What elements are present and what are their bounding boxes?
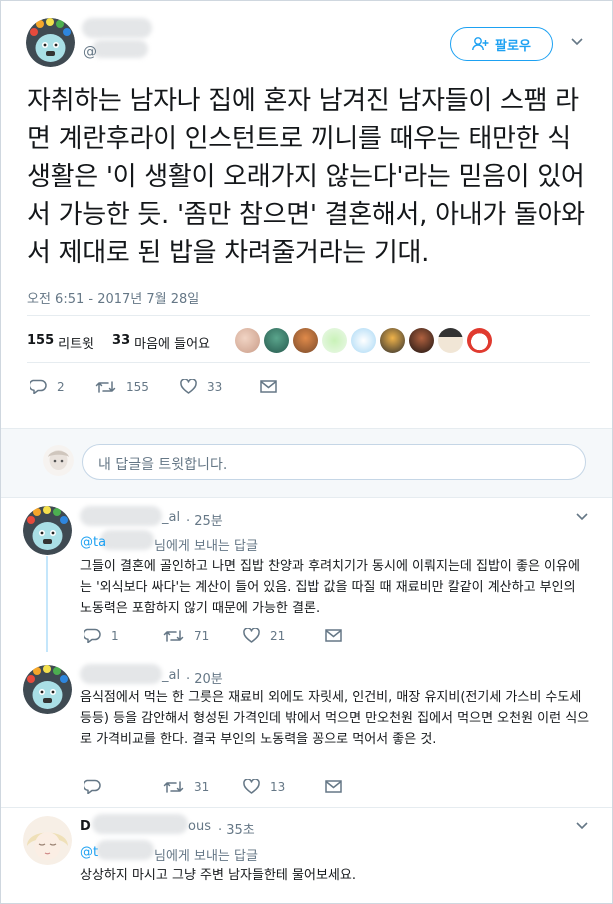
retweet-button[interactable]: 155: [95, 380, 180, 394]
reply-author-handle[interactable]: ous: [188, 819, 211, 834]
reply-to-mention[interactable]: @ta: [80, 535, 106, 550]
like-icon: [243, 628, 260, 643]
retweet-count: 31: [194, 779, 210, 794]
divider: [27, 315, 590, 316]
direct-message-button[interactable]: [325, 780, 342, 793]
author-name-redacted: [82, 18, 152, 38]
user-plus-icon: [472, 37, 489, 51]
reply-avatar[interactable]: [23, 816, 72, 865]
tweet-actions: 2 155 33: [30, 379, 277, 394]
reply-to-redacted: [96, 840, 154, 860]
message-icon: [325, 780, 342, 793]
message-icon: [260, 380, 277, 393]
like-button[interactable]: 21: [243, 628, 325, 643]
reply-to-line: @t: [80, 845, 98, 860]
current-user-avatar[interactable]: [43, 445, 74, 476]
retweet-icon: [95, 380, 116, 394]
tweet-timestamp[interactable]: 오전 6:51 - 2017년 7월 28일: [27, 288, 199, 307]
reply-button[interactable]: [84, 779, 163, 794]
reply-text: 그들이 결혼에 골인하고 나면 집밥 찬양과 후려치기가 동시에 이뤄지는데 집…: [80, 559, 580, 616]
chevron-down-icon[interactable]: [571, 38, 583, 46]
reply-icon: [84, 779, 101, 794]
reply-to-redacted: [100, 530, 154, 550]
avatar[interactable]: [235, 328, 260, 353]
avatar[interactable]: [264, 328, 289, 353]
reply-author-name-initial[interactable]: D: [80, 819, 91, 834]
like-icon: [243, 779, 260, 794]
avatar[interactable]: [351, 328, 376, 353]
retweet-count[interactable]: 155: [27, 333, 54, 352]
reply-time[interactable]: · 25분: [186, 510, 223, 529]
reply-avatar[interactable]: [23, 665, 72, 714]
message-icon: [325, 629, 342, 642]
avatar[interactable]: [409, 328, 434, 353]
retweet-count: 71: [194, 628, 210, 643]
direct-message-button[interactable]: [325, 629, 342, 642]
like-button[interactable]: 13: [243, 779, 325, 794]
reply-to-mention[interactable]: @t: [80, 845, 98, 860]
liker-avatars: [235, 328, 492, 353]
direct-message-button[interactable]: [260, 380, 277, 393]
divider: [27, 362, 590, 363]
reply-author-redacted: [80, 506, 162, 526]
reply-text: 상상하지 마시고 그냥 주변 남자들한테 물어보세요.: [80, 868, 356, 883]
reply-actions: 31 13: [84, 779, 342, 794]
follow-button[interactable]: 팔로우: [450, 27, 553, 61]
reply-author-handle[interactable]: _al: [162, 510, 180, 525]
retweet-icon: [163, 780, 184, 794]
like-count: 21: [270, 628, 286, 643]
author-handle-redacted: [92, 40, 148, 58]
avatar[interactable]: [438, 328, 463, 353]
like-count: 13: [270, 779, 286, 794]
reply-author-redacted: [92, 814, 188, 834]
reply-count: 1: [111, 628, 119, 643]
reply-icon: [84, 628, 101, 643]
reply-icon: [30, 379, 47, 394]
like-icon: [180, 379, 197, 394]
reply-avatar[interactable]: [23, 506, 72, 555]
like-button[interactable]: 33: [180, 379, 260, 394]
reply-to-suffix: 님에게 보내는 답글: [154, 539, 258, 554]
like-count[interactable]: 33: [112, 333, 130, 352]
like-action-count: 33: [207, 379, 223, 394]
avatar[interactable]: [322, 328, 347, 353]
avatar[interactable]: [467, 328, 492, 353]
avatar[interactable]: [293, 328, 318, 353]
reply-text: 음식점에서 먹는 한 그릇은 재료비 외에도 자릿세, 인건비, 매장 유지비(…: [80, 690, 590, 747]
reply-author-handle[interactable]: _al: [162, 668, 180, 683]
reply-author-redacted: [80, 664, 162, 684]
like-label[interactable]: 마음에 들어요: [134, 333, 210, 352]
reply-time[interactable]: · 20분: [186, 668, 223, 687]
reply-button[interactable]: 1: [84, 628, 163, 643]
follow-label: 팔로우: [495, 38, 531, 54]
reply-to-line: @ta: [80, 535, 106, 550]
retweet-button[interactable]: 31: [163, 780, 243, 794]
reply-button[interactable]: 2: [30, 379, 95, 394]
reply-input[interactable]: 내 답글을 트윗합니다.: [82, 444, 586, 480]
reply-actions: 1 71 21: [84, 628, 342, 643]
avatar[interactable]: [380, 328, 405, 353]
reply-time[interactable]: · 35초: [218, 819, 255, 838]
divider: [1, 807, 612, 808]
retweet-button[interactable]: 71: [163, 629, 243, 643]
chevron-down-icon[interactable]: [576, 513, 588, 521]
retweet-icon: [163, 629, 184, 643]
reply-to-suffix: 님에게 보내는 답글: [154, 849, 258, 864]
tweet-stats: 155 리트윗 33 마음에 들어요: [27, 333, 210, 352]
retweet-label[interactable]: 리트윗: [58, 333, 94, 352]
reply-count: 2: [57, 379, 65, 394]
handle-at-sign: @: [83, 44, 97, 60]
retweet-action-count: 155: [126, 379, 149, 394]
thread-line: [46, 556, 48, 652]
chevron-down-icon[interactable]: [576, 822, 588, 830]
author-avatar[interactable]: [26, 18, 75, 67]
tweet-text: 자취하는 남자나 집에 혼자 남겨진 남자들이 스팸 라면 계란후라이 인스턴트…: [27, 86, 585, 268]
